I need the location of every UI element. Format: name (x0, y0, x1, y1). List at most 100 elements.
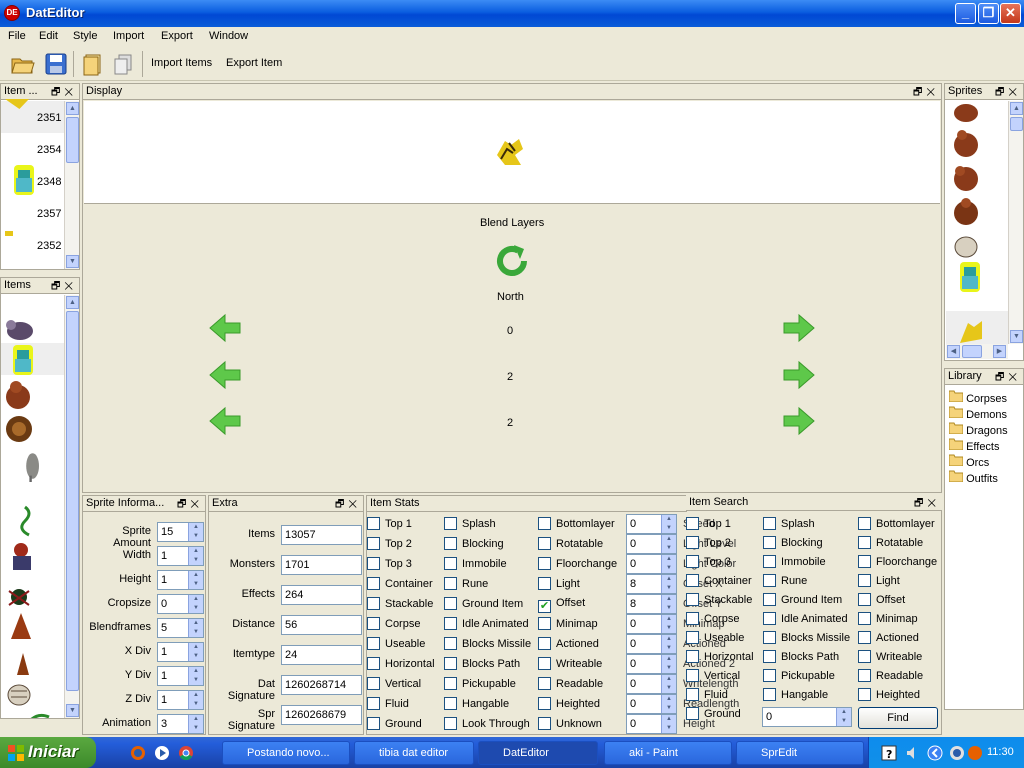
checkbox-box[interactable] (858, 517, 871, 530)
item-sprite[interactable] (21, 703, 53, 718)
field-stepper[interactable]: 15 ▲ ▼ (157, 522, 204, 542)
items-list[interactable] (1, 295, 64, 718)
list-item[interactable]: 2357 (37, 208, 61, 220)
sprite-thumb[interactable] (950, 161, 982, 193)
stat-checkbox[interactable]: Look Through (444, 717, 530, 730)
field-stepper[interactable]: 1 ▲ ▼ (157, 690, 204, 710)
checkbox-box[interactable] (367, 677, 380, 690)
checkbox-box[interactable] (444, 637, 457, 650)
stat-checkbox[interactable]: Floorchange (538, 557, 617, 570)
checkbox-box[interactable] (444, 537, 457, 550)
stepper-arrows[interactable]: ▲ ▼ (188, 595, 203, 613)
arrow-left-icon[interactable] (208, 360, 242, 390)
search-checkbox[interactable]: Rotatable (858, 536, 923, 549)
stepper-arrows[interactable]: ▲ ▼ (188, 571, 203, 589)
checkbox-box[interactable] (763, 612, 776, 625)
refresh-icon[interactable] (494, 243, 530, 279)
stat-checkbox[interactable]: Immobile (444, 557, 507, 570)
checkbox-box[interactable] (763, 555, 776, 568)
stepper-arrows[interactable]: ▲ ▼ (661, 715, 676, 733)
search-checkbox[interactable]: Top 2 (686, 536, 731, 549)
arrow-right-icon[interactable] (782, 406, 816, 436)
search-checkbox[interactable]: Top 3 (686, 555, 731, 568)
stat-checkbox[interactable]: Actioned (538, 637, 599, 650)
checkbox-box[interactable] (763, 669, 776, 682)
stat-checkbox[interactable]: Ground (367, 717, 422, 730)
checkbox-box[interactable] (763, 593, 776, 606)
item-sprite[interactable] (5, 540, 37, 572)
stat-checkbox[interactable]: Blocks Missile (444, 637, 531, 650)
checkbox-box[interactable] (367, 697, 380, 710)
search-checkbox[interactable]: Bottomlayer (858, 517, 935, 530)
checkbox-box[interactable] (538, 617, 551, 630)
search-checkbox[interactable]: Pickupable (763, 669, 835, 682)
network-icon[interactable] (949, 745, 965, 761)
stepper-arrows[interactable]: ▲ ▼ (188, 547, 203, 565)
help-icon[interactable]: ? (881, 745, 897, 761)
search-checkbox[interactable]: Ground Item (763, 593, 842, 606)
checkbox-box[interactable] (763, 688, 776, 701)
stat-checkbox[interactable]: ✔ Offset (538, 597, 585, 613)
checkbox-box[interactable] (858, 650, 871, 663)
checkbox-box[interactable] (444, 657, 457, 670)
checkbox-box[interactable] (538, 677, 551, 690)
field-stepper[interactable]: 3 ▲ ▼ (157, 714, 204, 734)
stepper-arrows[interactable]: ▲ ▼ (188, 523, 203, 541)
arrow-left-icon[interactable] (208, 313, 242, 343)
task-explorer[interactable]: tibia dat editor (354, 741, 474, 765)
stat-checkbox[interactable]: Unknown (538, 717, 602, 730)
checkbox-box[interactable] (686, 517, 699, 530)
search-checkbox[interactable]: Blocks Path (763, 650, 839, 663)
field-input[interactable]: 1701 (281, 555, 362, 575)
sprite-thumb[interactable] (956, 315, 988, 344)
stat-checkbox[interactable]: Fluid (367, 697, 409, 710)
stat-checkbox[interactable]: Hangable (444, 697, 509, 710)
checkbox-box[interactable] (367, 717, 380, 730)
search-checkbox[interactable]: Vertical (686, 669, 740, 682)
stat-stepper[interactable]: 8 ▲ ▼ (626, 574, 677, 594)
checkbox-box[interactable] (538, 657, 551, 670)
item-sprite[interactable] (5, 579, 37, 611)
copy-icon[interactable] (111, 51, 137, 77)
arrow-left-icon[interactable] (208, 406, 242, 436)
item-sprite[interactable] (7, 344, 39, 376)
checkbox-box[interactable] (686, 593, 699, 606)
sprite-thumb[interactable] (950, 229, 982, 261)
checkbox-box[interactable] (367, 577, 380, 590)
checkbox-box[interactable] (686, 688, 699, 701)
start-button[interactable]: Iniciar (0, 737, 96, 768)
stepper-arrows[interactable]: ▲ ▼ (661, 575, 676, 593)
stat-checkbox[interactable]: Readable (538, 677, 603, 690)
menu-file[interactable]: File (8, 30, 26, 42)
library-folder[interactable]: Outfits (948, 470, 998, 485)
checkbox-box[interactable] (367, 537, 380, 550)
stat-stepper[interactable]: 0 ▲ ▼ (626, 714, 677, 734)
task-spredit[interactable]: SprEdit (736, 741, 864, 765)
field-stepper[interactable]: 1 ▲ ▼ (157, 570, 204, 590)
search-checkbox[interactable]: Hangable (763, 688, 828, 701)
stat-checkbox[interactable]: Pickupable (444, 677, 516, 690)
field-input[interactable]: 264 (281, 585, 362, 605)
checkbox-box[interactable] (444, 617, 457, 630)
item-sprite[interactable] (7, 647, 39, 679)
stat-checkbox[interactable]: Bottomlayer (538, 517, 615, 530)
stat-checkbox[interactable]: Top 3 (367, 557, 412, 570)
sprites-list[interactable] (946, 101, 1008, 344)
list-item[interactable]: 2354 (37, 144, 61, 156)
arrow-right-icon[interactable] (782, 360, 816, 390)
list-item[interactable]: 2351 (37, 112, 61, 124)
sprites-panel-scrollbar[interactable]: ▲ ▼ (1008, 101, 1023, 344)
checkbox-box[interactable] (444, 697, 457, 710)
checkbox-box[interactable] (367, 597, 380, 610)
stat-stepper[interactable]: 0 ▲ ▼ (626, 534, 677, 554)
field-stepper[interactable]: 1 ▲ ▼ (157, 546, 204, 566)
checkbox-box[interactable] (367, 557, 380, 570)
search-checkbox[interactable]: Stackable (686, 593, 752, 606)
stat-checkbox[interactable]: Useable (367, 637, 425, 650)
checkbox-box[interactable]: ✔ (538, 600, 551, 613)
checkbox-box[interactable] (763, 631, 776, 644)
stepper-arrows[interactable]: ▲ ▼ (661, 615, 676, 633)
item-list[interactable]: 2351 2354 2348 2357 2352 (1, 99, 64, 269)
item-sprite[interactable] (15, 450, 47, 482)
stat-checkbox[interactable]: Top 2 (367, 537, 412, 550)
